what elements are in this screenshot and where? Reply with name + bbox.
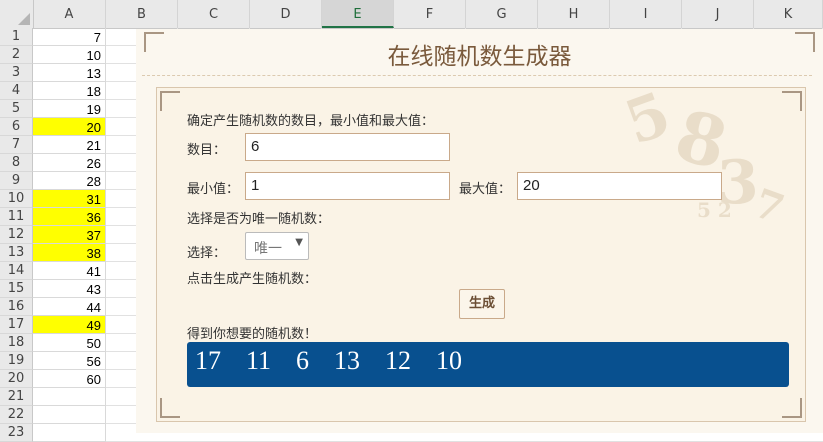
max-label: 最大值： <box>459 182 512 197</box>
row-header[interactable]: 1 <box>0 28 33 46</box>
cell-a[interactable]: 21 <box>33 136 106 154</box>
generate-button[interactable]: 生成 <box>459 289 505 319</box>
unique-select[interactable]: 唯一 ▼ <box>245 232 309 260</box>
cell-a[interactable]: 50 <box>33 334 106 352</box>
result-numbers: 17 11 6 13 12 10 <box>195 346 463 375</box>
cell-a[interactable]: 60 <box>33 370 106 388</box>
column-header-b[interactable]: B <box>106 0 178 28</box>
cell-a[interactable]: 10 <box>33 46 106 64</box>
cell-a[interactable]: 13 <box>33 64 106 82</box>
row-header[interactable]: 8 <box>0 154 33 172</box>
row-header[interactable]: 14 <box>0 262 33 280</box>
row-header[interactable]: 11 <box>0 208 33 226</box>
row-header[interactable]: 17 <box>0 316 33 334</box>
row-header[interactable]: 12 <box>0 226 33 244</box>
min-label: 最小值： <box>187 182 240 197</box>
column-header-i[interactable]: I <box>610 0 682 28</box>
column-header-k[interactable]: K <box>754 0 823 28</box>
select-all-corner[interactable] <box>0 0 34 28</box>
max-input[interactable]: 20 <box>517 172 722 200</box>
column-header-d[interactable]: D <box>250 0 322 28</box>
count-input[interactable]: 6 <box>245 133 450 161</box>
row-header[interactable]: 16 <box>0 298 33 316</box>
cell-a[interactable]: 18 <box>33 82 106 100</box>
row-header[interactable]: 2 <box>0 46 33 64</box>
cell-a[interactable]: 43 <box>33 280 106 298</box>
cell-a[interactable]: 28 <box>33 172 106 190</box>
row-header[interactable]: 5 <box>0 100 33 118</box>
column-header-e[interactable]: E <box>322 0 394 28</box>
cell-a[interactable]: 7 <box>33 28 106 46</box>
random-generator-panel: 在线随机数生成器 5 8 3 7 5 2 确定产生随机数的数目，最小值和最大值：… <box>136 29 823 433</box>
cell-a[interactable] <box>33 388 106 406</box>
cell-a[interactable]: 41 <box>33 262 106 280</box>
cell-a[interactable] <box>33 424 106 442</box>
corner-ornament <box>795 32 815 52</box>
row-header[interactable]: 9 <box>0 172 33 190</box>
cell-a[interactable]: 20 <box>33 118 106 136</box>
result-label: 得到你想要的随机数！ <box>187 327 318 342</box>
click-prompt: 点击生成产生随机数： <box>187 272 318 287</box>
cell-a[interactable]: 31 <box>33 190 106 208</box>
row-header[interactable]: 6 <box>0 118 33 136</box>
dropdown-arrow-icon: ▼ <box>295 237 303 248</box>
cell-a[interactable]: 19 <box>33 100 106 118</box>
row-header[interactable]: 20 <box>0 370 33 388</box>
row-header[interactable]: 18 <box>0 334 33 352</box>
corner-ornament <box>160 91 180 111</box>
row-header[interactable]: 7 <box>0 136 33 154</box>
result-display: 17 11 6 13 12 10 <box>187 342 789 387</box>
column-header-g[interactable]: G <box>466 0 538 28</box>
column-header-a[interactable]: A <box>33 0 106 28</box>
row-header[interactable]: 15 <box>0 280 33 298</box>
row-header[interactable]: 10 <box>0 190 33 208</box>
cell-a[interactable]: 38 <box>33 244 106 262</box>
cell-a[interactable]: 56 <box>33 352 106 370</box>
row-header[interactable]: 13 <box>0 244 33 262</box>
min-input[interactable]: 1 <box>245 172 450 200</box>
row-header[interactable]: 23 <box>0 424 33 442</box>
corner-ornament <box>782 398 802 418</box>
cell-a[interactable]: 37 <box>33 226 106 244</box>
row-header[interactable]: 22 <box>0 406 33 424</box>
column-header-h[interactable]: H <box>538 0 610 28</box>
column-header-j[interactable]: J <box>682 0 754 28</box>
corner-ornament <box>160 398 180 418</box>
unique-prompt: 选择是否为唯一随机数： <box>187 212 331 227</box>
cell-a[interactable]: 36 <box>33 208 106 226</box>
column-header-f[interactable]: F <box>394 0 466 28</box>
cell-a[interactable]: 26 <box>33 154 106 172</box>
page-title: 在线随机数生成器 <box>387 44 572 70</box>
row-header[interactable]: 21 <box>0 388 33 406</box>
unique-select-value: 唯一 <box>254 241 282 257</box>
cell-a[interactable]: 44 <box>33 298 106 316</box>
row-header[interactable]: 3 <box>0 64 33 82</box>
count-label: 数目： <box>187 143 227 158</box>
decorative-numerals: 5 <box>616 78 680 160</box>
row-header[interactable]: 4 <box>0 82 33 100</box>
column-header-c[interactable]: C <box>178 0 250 28</box>
cell-a[interactable] <box>33 406 106 424</box>
corner-ornament <box>782 91 802 111</box>
cell-a[interactable]: 49 <box>33 316 106 334</box>
decorative-numerals: 5 2 <box>697 198 732 222</box>
instruction-text: 确定产生随机数的数目，最小值和最大值： <box>187 114 435 129</box>
corner-ornament <box>144 32 164 52</box>
form-box: 5 8 3 7 5 2 确定产生随机数的数目，最小值和最大值： 数目： 6 最小… <box>156 79 806 422</box>
select-label: 选择： <box>187 246 227 261</box>
row-header[interactable]: 19 <box>0 352 33 370</box>
title-divider <box>142 75 812 76</box>
